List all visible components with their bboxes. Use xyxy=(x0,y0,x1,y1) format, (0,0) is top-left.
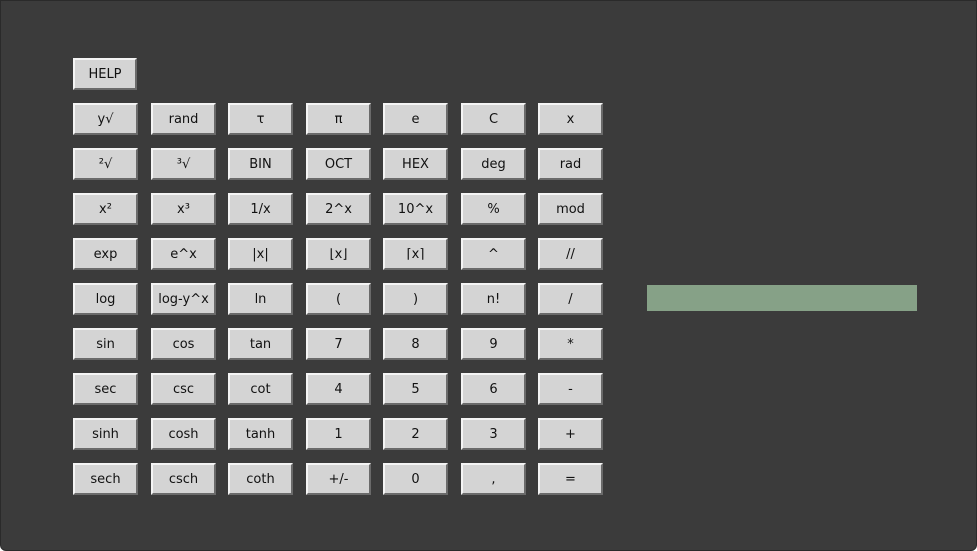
key-r3-c2-button[interactable]: |x| xyxy=(228,238,293,270)
key-r1-c2-button[interactable]: BIN xyxy=(228,148,293,180)
key-r4-c5-button[interactable]: n! xyxy=(461,283,526,315)
calculator-window: HELP y√ rand τ π e Cx ²√ ³√ BIN OCT HEX deg rad x² x³ 1… xyxy=(0,0,977,551)
key-r2-c2-button[interactable]: 1/x xyxy=(228,193,293,225)
key-r1-c5-button[interactable]: deg xyxy=(461,148,526,180)
key-r1-c1-button[interactable]: ³√ xyxy=(151,148,216,180)
key-r8-c3-button[interactable]: +/- xyxy=(306,463,371,495)
key-r2-c5-button[interactable]: % xyxy=(461,193,526,225)
key-r8-c1-button[interactable]: csch xyxy=(151,463,216,495)
key-r0-c2-button[interactable]: τ xyxy=(228,103,293,135)
key-r3-c3-button[interactable]: ⌊x⌋ xyxy=(306,238,371,270)
key-r7-c1-button[interactable]: cosh xyxy=(151,418,216,450)
key-r7-c3-button[interactable]: 1 xyxy=(306,418,371,450)
key-r5-c5-button[interactable]: 9 xyxy=(461,328,526,360)
key-r3-c1-button[interactable]: e^x xyxy=(151,238,216,270)
key-r3-c5-button[interactable]: ^ xyxy=(461,238,526,270)
key-r3-c0-button[interactable]: exp xyxy=(73,238,138,270)
key-r6-c2-button[interactable]: cot xyxy=(228,373,293,405)
key-r4-c0-button[interactable]: log xyxy=(73,283,138,315)
key-r1-c4-button[interactable]: HEX xyxy=(383,148,448,180)
key-r4-c4-button[interactable]: ) xyxy=(383,283,448,315)
key-r5-c4-button[interactable]: 8 xyxy=(383,328,448,360)
key-r8-c4-button[interactable]: 0 xyxy=(383,463,448,495)
help-button[interactable]: HELP xyxy=(73,58,137,90)
key-r2-c0-button[interactable]: x² xyxy=(73,193,138,225)
display-field[interactable] xyxy=(647,285,917,311)
key-r0-c1-button[interactable]: rand xyxy=(151,103,216,135)
key-r1-c0-button[interactable]: ²√ xyxy=(73,148,138,180)
key-r0-c0-button[interactable]: y√ xyxy=(73,103,138,135)
key-r4-c6-button[interactable]: / xyxy=(538,283,603,315)
key-r5-c6-button[interactable]: * xyxy=(538,328,603,360)
key-r2-c3-button[interactable]: 2^x xyxy=(306,193,371,225)
key-r6-c3-button[interactable]: 4 xyxy=(306,373,371,405)
key-r7-c6-button[interactable]: + xyxy=(538,418,603,450)
key-r4-c2-button[interactable]: ln xyxy=(228,283,293,315)
key-r2-c4-button[interactable]: 10^x xyxy=(383,193,448,225)
key-r8-c5-button[interactable]: , xyxy=(461,463,526,495)
key-r7-c5-button[interactable]: 3 xyxy=(461,418,526,450)
key-r2-c6-button[interactable]: mod xyxy=(538,193,603,225)
key-r6-c6-button[interactable]: - xyxy=(538,373,603,405)
key-r4-c1-button[interactable]: log-y^x xyxy=(151,283,216,315)
key-r1-c6-button[interactable]: rad xyxy=(538,148,603,180)
key-r5-c3-button[interactable]: 7 xyxy=(306,328,371,360)
key-r8-c6-button[interactable]: = xyxy=(538,463,603,495)
key-r7-c0-button[interactable]: sinh xyxy=(73,418,138,450)
key-r0-c5-button[interactable]: C xyxy=(461,103,526,135)
key-r0-c3-button[interactable]: π xyxy=(306,103,371,135)
key-r5-c2-button[interactable]: tan xyxy=(228,328,293,360)
key-r5-c1-button[interactable]: cos xyxy=(151,328,216,360)
key-r4-c3-button[interactable]: ( xyxy=(306,283,371,315)
key-r5-c0-button[interactable]: sin xyxy=(73,328,138,360)
key-r3-c4-button[interactable]: ⌈x⌉ xyxy=(383,238,448,270)
key-r6-c4-button[interactable]: 5 xyxy=(383,373,448,405)
key-r8-c0-button[interactable]: sech xyxy=(73,463,138,495)
key-r7-c4-button[interactable]: 2 xyxy=(383,418,448,450)
key-r8-c2-button[interactable]: coth xyxy=(228,463,293,495)
key-r1-c3-button[interactable]: OCT xyxy=(306,148,371,180)
key-r0-c4-button[interactable]: e xyxy=(383,103,448,135)
key-r6-c1-button[interactable]: csc xyxy=(151,373,216,405)
key-r0-c6-button[interactable]: x xyxy=(538,103,603,135)
key-r6-c5-button[interactable]: 6 xyxy=(461,373,526,405)
key-r6-c0-button[interactable]: sec xyxy=(73,373,138,405)
key-r2-c1-button[interactable]: x³ xyxy=(151,193,216,225)
key-r7-c2-button[interactable]: tanh xyxy=(228,418,293,450)
key-r3-c6-button[interactable]: // xyxy=(538,238,603,270)
